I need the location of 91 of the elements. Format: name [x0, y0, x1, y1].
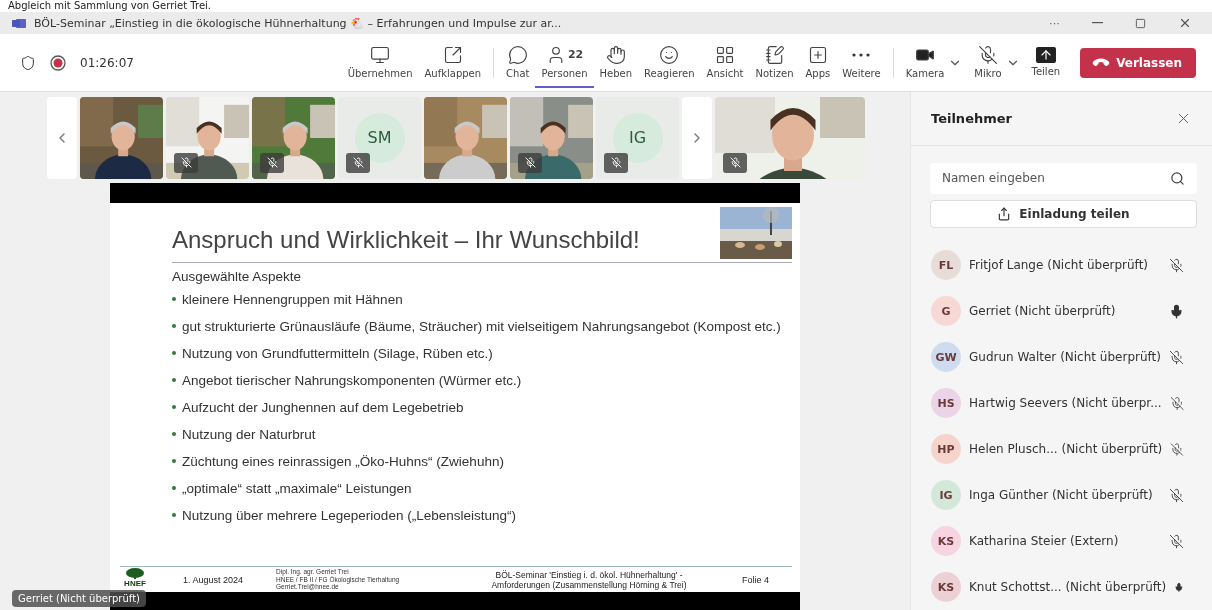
participant-row[interactable]: HS Hartwig Seevers (Nicht überpr... — [911, 380, 1212, 426]
avatar: G — [931, 296, 961, 326]
bullet-text: kleinere Hennengruppen mit Hähnen — [182, 291, 403, 309]
participant-row[interactable]: HP Helen Plusch... (Nicht überprüft) — [911, 426, 1212, 472]
avatar: HP — [931, 434, 961, 464]
participant-name: Knut Schottst... (Nicht überprüft) — [969, 580, 1167, 594]
search-field[interactable]: Namen eingeben — [930, 162, 1197, 194]
participant-name: Inga Günther (Nicht überprüft) — [969, 488, 1154, 502]
slide-subtitle: Ausgewählte Aspekte — [172, 269, 303, 284]
bullet-text: „optimale“ statt „maximale“ Leistungen — [182, 480, 412, 498]
app-logo-icon — [12, 17, 26, 29]
toolbar-button[interactable]: Mikro — [968, 37, 1008, 88]
toolbar-button[interactable]: Heben — [593, 37, 639, 88]
more-icon — [852, 52, 871, 57]
bullet-icon — [172, 405, 176, 409]
toolbar-button[interactable]: Reagieren — [638, 37, 701, 88]
avatar: GW — [931, 342, 961, 372]
caption-text: Abgleich mit Sammlung von Gerriet Trei. — [7, 0, 212, 12]
logo-text: HNEF — [124, 579, 146, 588]
bullet-icon — [172, 459, 176, 463]
shield-icon — [20, 54, 36, 71]
meeting-timer: 01:26:07 — [80, 55, 134, 70]
chat-icon — [507, 44, 528, 65]
add-icon — [807, 44, 828, 65]
participant-row[interactable]: KS Katharina Steier (Extern) — [911, 518, 1212, 564]
avatar-initials: IG — [612, 112, 663, 163]
search-icon — [1170, 170, 1185, 186]
toolbar-button[interactable]: Notizen — [749, 37, 800, 88]
bullet-icon — [172, 297, 176, 301]
minimize-icon — [1092, 22, 1103, 24]
participant-name: Katharina Steier (Extern) — [969, 534, 1120, 548]
bullet-text: Aufzucht der Junghennen auf dem Legebetrieb — [182, 399, 464, 417]
leave-button[interactable]: Verlassen — [1080, 47, 1196, 78]
participant-row[interactable]: KS Knut Schottst... (Nicht überprüft) — [911, 564, 1212, 610]
toolbar-button[interactable]: Chat — [500, 37, 536, 88]
bullet-text: gut strukturierte Grünausläufe (Bäume, Sträucher) mit vielseitigem Nahrungsangebot (Kompost etc.) — [182, 318, 781, 336]
tree-logo-icon — [125, 567, 145, 579]
bullet-text: Angebot tierischer Nahrungskomponenten (Würmer etc.) — [182, 372, 522, 390]
grid-icon — [715, 44, 735, 65]
invite-button[interactable]: Einladung teilen — [930, 199, 1197, 228]
more-options-button[interactable]: ··· — [1037, 17, 1072, 29]
avatar: KS — [931, 572, 961, 602]
panel-title: Teilnehmer — [931, 110, 1012, 126]
mic-off-icon — [977, 44, 998, 65]
participant-name: Fritjof Lange (Nicht überprüft) — [969, 258, 1149, 272]
share-icon — [1035, 46, 1056, 63]
bullet-icon — [172, 351, 176, 355]
toolbar-button[interactable]: Weitere — [836, 37, 887, 88]
toolbar-button[interactable]: Übernehmen — [341, 37, 419, 88]
popout-icon — [442, 44, 463, 65]
bullet-text: Nutzung von Grundfuttermitteln (Silage, Rüben etc.) — [182, 345, 493, 363]
avatar: HS — [931, 388, 961, 418]
participant-name: Gudrun Walter (Nicht überprüft) — [969, 350, 1161, 364]
bullet-text: Nutzung über mehrere Legeperioden („Lebensleistung“) — [182, 507, 516, 525]
avatar: KS — [931, 526, 961, 556]
toolbar-button[interactable]: Ansicht — [700, 37, 750, 88]
toolbar-button[interactable]: Teilen — [1025, 37, 1067, 88]
avatar: IG — [931, 480, 961, 510]
window-title: BÖL-Seminar „Einstieg in die ökologische Hühnerhaltung 🐔 – Erfahrungen und Impulse zur ar... — [34, 16, 563, 30]
bullet-icon — [172, 486, 176, 490]
participant-row[interactable]: G Gerriet (Nicht überprüft) — [911, 288, 1212, 334]
toolbar-button[interactable]: Kamera — [899, 37, 951, 88]
share-icon — [997, 206, 1012, 221]
toolbar-button[interactable]: Aufklappen — [418, 37, 488, 88]
bullet-icon — [172, 513, 176, 517]
participant-name: Hartwig Seevers (Nicht überpr... — [969, 396, 1162, 410]
monitor-icon — [370, 44, 391, 65]
slide-date: 1. August 2024 — [181, 574, 245, 585]
bullet-icon — [172, 324, 176, 328]
bullet-text: Nutzung der Naturbrut — [182, 426, 316, 444]
bullet-text: Züchtung eines reinrassigen „Öko-Huhns“ (Zwiehuhn) — [182, 453, 504, 471]
toolbar-button[interactable]: 22 Personen — [535, 37, 594, 88]
close-icon — [1178, 16, 1192, 30]
bullet-icon — [172, 378, 176, 382]
participant-row[interactable]: GW Gudrun Walter (Nicht überprüft) — [911, 334, 1212, 380]
notes-icon — [764, 44, 785, 65]
participant-row[interactable]: IG Inga Günther (Nicht überprüft) — [911, 472, 1212, 518]
participant-row[interactable]: FL Fritjof Lange (Nicht überprüft) — [911, 242, 1212, 288]
toolbar-button[interactable]: Apps — [799, 37, 837, 88]
speaker-label: Gerriet (Nicht überprüft) — [12, 590, 146, 607]
participant-name: Gerriet (Nicht überprüft) — [969, 304, 1117, 318]
participant-name: Helen Plusch... (Nicht überprüft) — [969, 442, 1163, 456]
hand-icon — [605, 44, 626, 65]
bullet-icon — [172, 432, 176, 436]
slide-title: Anspruch und Wirklichkeit – Ihr Wunschbild! — [172, 226, 641, 255]
seminar-text: BÖL-Seminar 'Einstieg i. d. ökol. Hühnerhaltung' - Amforderungen (Zusammenstellung Hörning & Trei) — [490, 569, 688, 590]
slide-number: Folie 4 — [742, 574, 770, 585]
smiley-icon — [659, 44, 680, 65]
avatar-initials: SM — [354, 112, 405, 163]
maximize-icon — [1135, 17, 1146, 29]
avatar: FL — [931, 250, 961, 280]
